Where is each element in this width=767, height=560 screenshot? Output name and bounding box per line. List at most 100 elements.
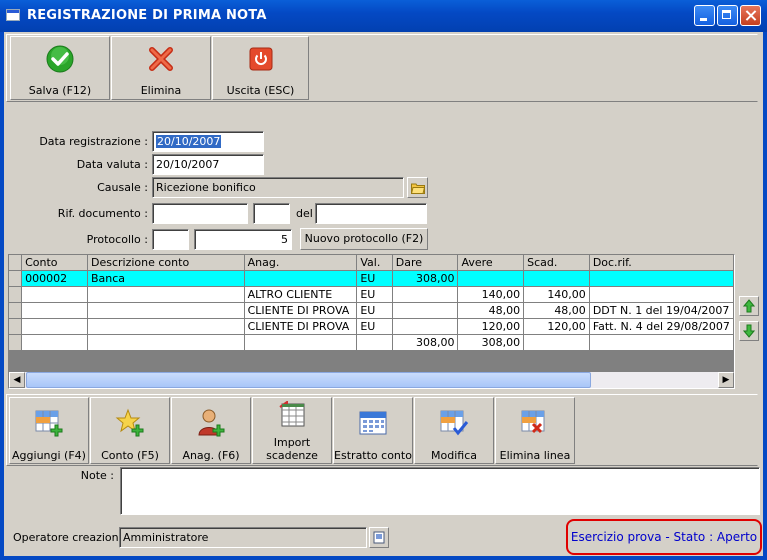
cell-avere[interactable] xyxy=(457,270,525,287)
scroll-thumb[interactable] xyxy=(26,372,591,388)
cell-avere[interactable]: 140,00 xyxy=(457,286,525,303)
cell-scad[interactable]: 140,00 xyxy=(523,286,590,303)
data-registrazione-value: 20/10/2007 xyxy=(156,135,222,148)
cell-conto[interactable] xyxy=(21,286,88,303)
table-row[interactable]: 000002 Banca EU 308,00 xyxy=(9,270,734,287)
table-row[interactable]: CLIENTE DI PROVA EU 48,00 48,00 DDT N. 1… xyxy=(9,302,734,319)
row-indicator xyxy=(9,334,23,351)
import-label-line2: scadenze xyxy=(266,449,318,462)
protocollo-prefix-input[interactable] xyxy=(152,229,189,250)
scroll-left-button[interactable]: ◀ xyxy=(9,372,25,388)
cell-anag[interactable] xyxy=(244,270,358,287)
cell-docrif[interactable]: DDT N. 1 del 19/04/2007 xyxy=(589,302,734,319)
row-indicator xyxy=(9,318,23,335)
import-label-line1: Import xyxy=(273,436,311,449)
cell-docrif[interactable] xyxy=(589,270,734,287)
accounting-grid[interactable]: Conto Descrizione conto Anag. Val. Dare … xyxy=(8,254,735,389)
conto-button[interactable]: Conto (F5) xyxy=(90,397,170,464)
operatore-info-button[interactable] xyxy=(369,527,389,548)
cell-scad[interactable]: 48,00 xyxy=(523,302,590,319)
delete-row-icon xyxy=(521,410,545,434)
horizontal-scrollbar[interactable]: ◀ ▶ xyxy=(9,372,734,388)
window-border-left xyxy=(0,32,4,560)
header-conto[interactable]: Conto xyxy=(21,255,88,271)
exit-label: Uscita (ESC) xyxy=(226,84,295,97)
cell-avere[interactable]: 48,00 xyxy=(457,302,525,319)
checkmark-icon xyxy=(46,45,74,73)
cell-anag[interactable]: CLIENTE DI PROVA xyxy=(244,318,358,335)
rif-documento-date-input[interactable] xyxy=(315,203,427,224)
move-row-down-button[interactable] xyxy=(739,321,759,341)
power-icon xyxy=(249,47,272,71)
header-dare[interactable]: Dare xyxy=(392,255,459,271)
elimina-linea-label: Elimina linea xyxy=(499,449,571,462)
elimina-linea-button[interactable]: Elimina linea xyxy=(495,397,575,464)
operatore-input[interactable]: Amministratore xyxy=(119,527,367,548)
cell-dare[interactable] xyxy=(392,318,459,335)
cell-scad[interactable] xyxy=(523,270,590,287)
cell-descrizione[interactable] xyxy=(87,302,245,319)
table-row[interactable]: ALTRO CLIENTE EU 140,00 140,00 xyxy=(9,286,734,303)
aggiungi-button[interactable]: Aggiungi (F4) xyxy=(9,397,89,464)
cell-descrizione[interactable] xyxy=(87,286,245,303)
grid-header: Conto Descrizione conto Anag. Val. Dare … xyxy=(9,255,734,271)
cell-dare[interactable] xyxy=(392,302,459,319)
move-row-up-button[interactable] xyxy=(739,296,759,316)
note-textarea[interactable] xyxy=(120,467,760,515)
exit-button[interactable]: Uscita (ESC) xyxy=(212,36,309,100)
cell-anag[interactable]: ALTRO CLIENTE xyxy=(244,286,358,303)
cell-dare[interactable]: 308,00 xyxy=(392,270,459,287)
scroll-right-button[interactable]: ▶ xyxy=(718,372,734,388)
cell-conto[interactable] xyxy=(21,302,88,319)
add-row-icon xyxy=(35,410,63,437)
user-add-icon xyxy=(198,409,225,437)
protocollo-number-input[interactable]: 5 xyxy=(194,229,292,250)
cell-descrizione[interactable]: Banca xyxy=(87,270,245,287)
import-scadenze-button[interactable]: Import scadenze xyxy=(252,397,332,464)
cell-docrif[interactable] xyxy=(589,286,734,303)
aggiungi-label: Aggiungi (F4) xyxy=(12,449,86,462)
cell-dare[interactable] xyxy=(392,286,459,303)
data-registrazione-input[interactable]: 20/10/2007 xyxy=(152,131,264,152)
cell-val[interactable]: EU xyxy=(356,270,393,287)
modifica-label: Modifica xyxy=(431,449,477,462)
header-scad[interactable]: Scad. xyxy=(523,255,590,271)
rif-documento-suffix-input[interactable] xyxy=(253,203,290,224)
title-bar[interactable]: REGISTRAZIONE DI PRIMA NOTA xyxy=(0,0,767,32)
window-icon xyxy=(6,9,20,21)
maximize-button[interactable] xyxy=(717,5,738,26)
header-avere[interactable]: Avere xyxy=(457,255,525,271)
cell-val[interactable]: EU xyxy=(356,286,393,303)
rif-documento-input[interactable] xyxy=(152,203,248,224)
cell-scad[interactable]: 120,00 xyxy=(523,318,590,335)
cell-avere[interactable]: 120,00 xyxy=(457,318,525,335)
close-button[interactable] xyxy=(740,5,761,26)
header-anag[interactable]: Anag. xyxy=(244,255,358,271)
nuovo-protocollo-button[interactable]: Nuovo protocollo (F2) xyxy=(300,228,428,250)
cell-docrif[interactable]: Fatt. N. 4 del 29/08/2007 xyxy=(589,318,734,335)
modifica-button[interactable]: Modifica xyxy=(414,397,494,464)
window-border-bottom xyxy=(0,556,767,560)
cell-val[interactable]: EU xyxy=(356,302,393,319)
header-docrif[interactable]: Doc.rif. xyxy=(589,255,734,271)
anag-button[interactable]: Anag. (F6) xyxy=(171,397,251,464)
cell-conto[interactable]: 000002 xyxy=(21,270,88,287)
minimize-button[interactable] xyxy=(694,5,715,26)
cell-val[interactable]: EU xyxy=(356,318,393,335)
arrow-up-icon xyxy=(743,299,755,313)
data-valuta-label: Data valuta : xyxy=(76,158,148,171)
delete-button[interactable]: Elimina xyxy=(111,36,211,100)
table-row[interactable]: CLIENTE DI PROVA EU 120,00 120,00 Fatt. … xyxy=(9,318,734,335)
window-border-right xyxy=(763,32,767,560)
save-button[interactable]: Salva (F12) xyxy=(10,36,110,100)
data-valuta-input[interactable]: 20/10/2007 xyxy=(152,154,264,175)
cell-anag[interactable]: CLIENTE DI PROVA xyxy=(244,302,358,319)
header-descrizione[interactable]: Descrizione conto xyxy=(87,255,245,271)
protocollo-label: Protocollo : xyxy=(86,233,148,246)
causale-input[interactable]: Ricezione bonifico xyxy=(152,177,404,198)
causale-browse-button[interactable] xyxy=(407,177,428,198)
cell-descrizione[interactable] xyxy=(87,318,245,335)
estratto-conto-button[interactable]: Estratto conto xyxy=(333,397,413,464)
header-val[interactable]: Val. xyxy=(356,255,393,271)
cell-conto[interactable] xyxy=(21,318,88,335)
